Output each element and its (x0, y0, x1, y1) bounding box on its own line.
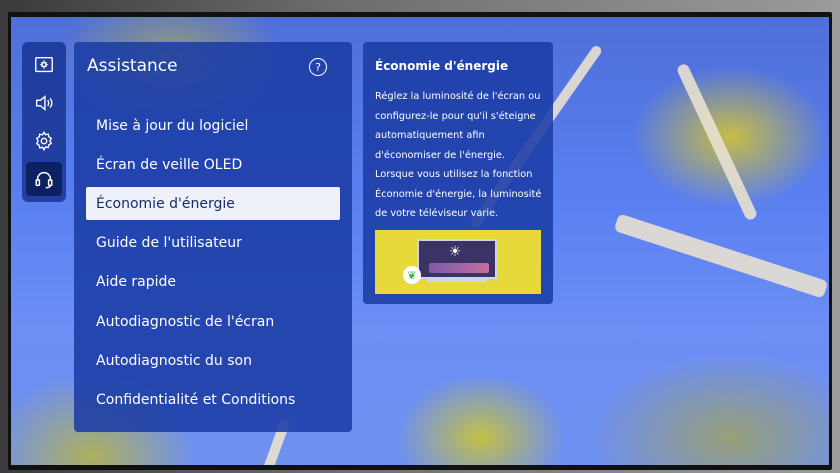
leaf-icon: ❦ (403, 266, 421, 284)
menu-item-energy-saving[interactable]: Économie d'énergie (86, 187, 340, 220)
picture-settings-icon (35, 56, 53, 73)
settings-category-rail (22, 42, 66, 202)
menu-item-screen-self-diagnosis[interactable]: Autodiagnostic de l'écran (86, 305, 340, 338)
support-settings-button[interactable] (26, 162, 62, 196)
info-title: Économie d'énergie (375, 59, 509, 73)
support-menu-panel: Assistance ? Mise à jour du logiciel Écr… (74, 42, 352, 432)
headset-icon (35, 171, 53, 189)
gear-icon (35, 130, 53, 152)
menu-item-sound-self-diagnosis[interactable]: Autodiagnostic du son (86, 344, 340, 377)
sound-icon (35, 95, 53, 111)
general-settings-button[interactable] (26, 124, 62, 158)
picture-settings-button[interactable] (26, 48, 62, 82)
brightness-icon: ☀ (448, 244, 462, 260)
panel-title: Assistance (87, 56, 178, 76)
menu-item-user-guide[interactable]: Guide de l'utilisateur (86, 226, 340, 259)
menu-item-privacy-terms[interactable]: Confidentialité et Conditions (86, 383, 340, 416)
sound-settings-button[interactable] (26, 86, 62, 120)
energy-saving-illustration: ☀ ❦ (375, 230, 541, 294)
info-panel: Économie d'énergie Réglez la luminosité … (363, 42, 553, 304)
info-description: Réglez la luminosité de l'écran ou confi… (375, 91, 542, 219)
menu-item-software-update[interactable]: Mise à jour du logiciel (86, 109, 340, 142)
tv-stand-icon (427, 279, 487, 282)
menu-item-quick-help[interactable]: Aide rapide (86, 265, 340, 298)
menu-item-oled-screensaver[interactable]: Écran de veille OLED (86, 148, 340, 181)
help-icon[interactable]: ? (309, 58, 327, 76)
